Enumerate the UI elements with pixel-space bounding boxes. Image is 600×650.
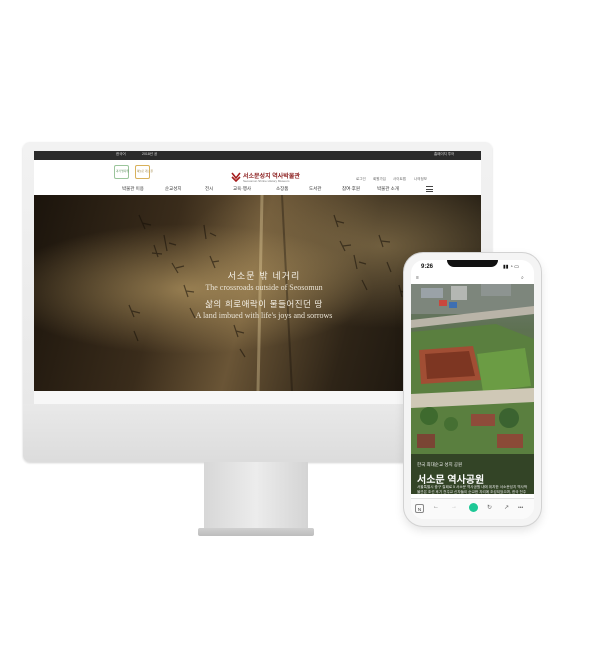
hero-subtitle-english: A land imbued with life's joys and sorro… bbox=[195, 311, 333, 320]
forward-icon[interactable]: → bbox=[451, 504, 457, 510]
showcase-mockup: 한국어 2018년 공 홈페이지 투어 과거 발자취 하늘로 가는 길 서소문성… bbox=[0, 0, 600, 650]
nav-item-museum-use[interactable]: 박물관 이용 bbox=[122, 186, 144, 192]
nav-item-library[interactable]: 도서관 bbox=[309, 186, 321, 192]
back-icon[interactable]: ← bbox=[433, 504, 439, 510]
monitor-stand bbox=[204, 462, 308, 530]
topbar-notice[interactable]: 2018년 공 bbox=[142, 152, 157, 157]
status-icons: ▮▮ ◔ ▭ bbox=[503, 264, 520, 270]
refresh-icon[interactable]: ↻ bbox=[487, 504, 492, 511]
nav-item-martyr-shrine[interactable]: 순교성지 bbox=[165, 186, 182, 192]
more-icon[interactable]: ••• bbox=[518, 505, 523, 511]
hero-title-english: The crossroads outside of Seosomun bbox=[205, 283, 323, 292]
museum-logo-icon[interactable] bbox=[231, 172, 241, 182]
monitor-stand-base bbox=[198, 528, 314, 536]
mobile-site-header: ≡ ⌕ bbox=[411, 274, 534, 284]
login-link[interactable]: 로그인 bbox=[356, 177, 366, 182]
nav-item-education[interactable]: 교육·행사 bbox=[233, 186, 251, 192]
topbar-language[interactable]: 한국어 bbox=[116, 152, 126, 157]
phone-screen: 9:26 ▮▮ ◔ ▭ ≡ ⌕ 한국 최대순교 성지 공원 서소문 역사공원 서… bbox=[411, 260, 534, 519]
nav-item-collection[interactable]: 소장품 bbox=[276, 186, 288, 192]
nav-item-exhibition[interactable]: 전시 bbox=[205, 186, 213, 192]
topbar-tour-link[interactable]: 홈페이지 투어 bbox=[434, 152, 454, 157]
sitemap-link[interactable]: 사이트맵 bbox=[393, 177, 406, 182]
logo-badge-2-label: 하늘로 가는 길 bbox=[137, 170, 153, 173]
browser-toolbar: N ← → ↻ ↗ ••• bbox=[411, 498, 534, 519]
park-kicker: 한국 최대순교 성지 공원 bbox=[417, 462, 463, 467]
menu-icon[interactable] bbox=[426, 186, 433, 192]
status-time: 9:26 bbox=[421, 264, 434, 270]
hero-subtitle-korean: 삶의 희로애락이 물들어진던 땅 bbox=[205, 300, 323, 310]
hero-caption: 서소문 밖 네거리 The crossroads outside of Seos… bbox=[184, 269, 344, 320]
mobile-menu-icon[interactable]: ≡ bbox=[416, 275, 419, 281]
park-aerial-photo: 한국 최대순교 성지 공원 서소문 역사공원 서울특별시 중구 칠패로 5 서소… bbox=[411, 284, 534, 494]
main-navigation: 박물관 이용 순교성지 전시 교육·행사 소장품 도서관 참여·후원 박물관 소… bbox=[34, 183, 481, 195]
smartphone: 9:26 ▮▮ ◔ ▭ ≡ ⌕ 한국 최대순교 성지 공원 서소문 역사공원 서… bbox=[404, 253, 541, 526]
myinfo-link[interactable]: 나의정보 bbox=[414, 177, 427, 182]
mobile-search-icon[interactable]: ⌕ bbox=[521, 275, 524, 281]
phone-notch bbox=[447, 260, 498, 267]
park-description: 서울특별시 중구 칠패로 5 서소문 역사공원 내에 위치한 서소문성지 역사박… bbox=[417, 485, 528, 494]
nav-item-about[interactable]: 박물관 소개 bbox=[377, 186, 399, 192]
logo-badge-1-label: 과거 발자취 bbox=[116, 170, 129, 173]
hero-title-korean: 서소문 밖 네거리 bbox=[227, 272, 301, 282]
site-topbar: 한국어 2018년 공 홈페이지 투어 bbox=[34, 151, 481, 160]
signup-link[interactable]: 회원가입 bbox=[373, 177, 386, 182]
green-dot-icon[interactable] bbox=[469, 503, 478, 512]
nav-item-support[interactable]: 참여·후원 bbox=[342, 186, 360, 192]
naver-home-icon[interactable]: N bbox=[415, 504, 424, 513]
park-title[interactable]: 서소문 역사공원 bbox=[417, 471, 484, 486]
share-icon[interactable]: ↗ bbox=[504, 504, 509, 511]
